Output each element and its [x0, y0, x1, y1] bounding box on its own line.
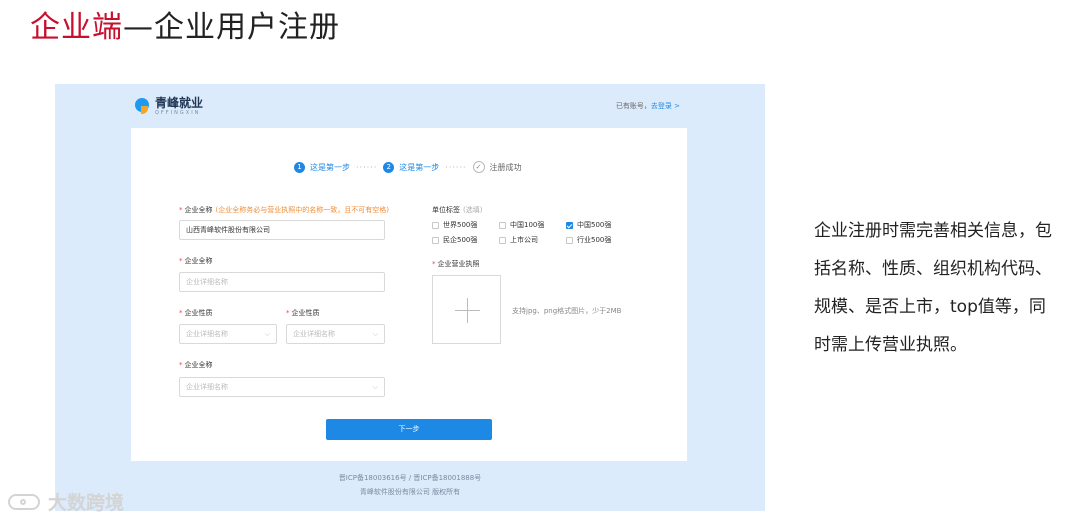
license-upload-button[interactable]	[432, 275, 501, 344]
checkbox-icon	[432, 236, 439, 244]
step-1-label: 这是第一步	[310, 162, 350, 172]
slide-title: 企业端—企业用户注册	[30, 2, 340, 46]
company-fullname-label: * 企业全称	[179, 257, 213, 265]
tag-checkbox-china100[interactable]: 中国100强	[499, 220, 566, 230]
checkbox-icon	[499, 221, 506, 229]
tags-row-1: 世界500强 中国100强 中国500强	[432, 220, 633, 230]
company-fullname-select[interactable]: 企业详细名称 ⌵	[179, 377, 385, 397]
step-3-check-icon: ✓	[472, 161, 485, 173]
login-prompt-text: 已有账号，	[615, 102, 651, 110]
company-name-hint: (企业全称务必与营业执照中的名称一致，且不可有空格)	[215, 206, 389, 214]
company-fullname-input[interactable]: 企业详细名称	[179, 272, 385, 292]
step-2-icon: 2	[383, 161, 395, 173]
tag-checkbox-world500[interactable]: 世界500强	[432, 220, 499, 230]
step-separator: ······	[445, 162, 467, 172]
registration-screenshot: 青峰就业 QFFINGXIN 已有账号，去登录 > 1 这是第一步 ······…	[55, 84, 765, 511]
nature-label-2: * 企业性质	[286, 309, 320, 317]
registration-card: 1 这是第一步 ······ 2 这是第一步 ······ ✓ 注册成功 * 企业…	[131, 128, 687, 461]
tag-checkbox-private500[interactable]: 民企500强	[432, 235, 499, 245]
company-name-label: * 企业全称 (企业全称务必与营业执照中的名称一致，且不可有空格)	[179, 206, 389, 214]
tag-checkbox-china500[interactable]: 中国500强	[566, 220, 633, 230]
checkbox-checked-icon	[566, 221, 573, 229]
next-step-button[interactable]: 下一步	[326, 419, 492, 440]
login-prompt: 已有账号，去登录 >	[616, 101, 680, 111]
tags-row-2: 民企500强 上市公司 行业500强	[432, 235, 633, 245]
logo-icon	[135, 98, 149, 114]
step-separator: ······	[356, 162, 378, 172]
company-fullname-label-3: * 企业全称	[179, 361, 213, 369]
watermark-text: 大数跨境	[48, 492, 125, 514]
step-3-label: 注册成功	[489, 162, 522, 172]
chevron-down-icon: ⌵	[372, 330, 378, 338]
nature-select-1[interactable]: 企业详细名称 ⌵	[179, 324, 277, 344]
footer-icp: 晋ICP备18003616号 / 晋ICP备18001888号	[338, 474, 482, 482]
slide-title-accent: 企业端	[30, 10, 123, 45]
step-2-label: 这是第一步	[399, 162, 440, 172]
slide-description: 企业注册时需完善相关信息，包括名称、性质、组织机构代码、规模、是否上市，top值…	[814, 221, 1052, 355]
tags-label: 单位标签 (选填)	[432, 206, 483, 214]
checkbox-icon	[432, 221, 439, 229]
checkbox-icon	[566, 236, 573, 244]
step-indicator: 1 这是第一步 ······ 2 这是第一步 ······ ✓ 注册成功	[294, 161, 522, 173]
nature-label-1: * 企业性质	[179, 309, 213, 317]
tag-checkbox-listed[interactable]: 上市公司	[499, 235, 566, 245]
logo-name: 青峰就业	[155, 96, 204, 110]
watermark: 大数跨境	[8, 488, 124, 515]
company-name-input[interactable]: 山西青峰软件股份有限公司	[179, 220, 385, 240]
license-label: * 企业营业执照	[432, 260, 480, 268]
step-1-icon: 1	[294, 161, 305, 173]
chevron-down-icon: ⌵	[264, 330, 270, 338]
tag-checkbox-industry500[interactable]: 行业500强	[566, 235, 633, 245]
login-link[interactable]: 去登录 >	[651, 102, 680, 110]
logo-subtitle: QFFINGXIN	[155, 110, 201, 116]
nature-select-2[interactable]: 企业详细名称 ⌵	[286, 324, 385, 344]
chevron-down-icon: ⌵	[372, 383, 378, 391]
checkbox-icon	[499, 236, 506, 244]
footer-copyright: 青峰软件股份有限公司 版权所有	[359, 488, 461, 496]
license-upload-hint: 支持jpg、png格式图片，少于2MB	[512, 307, 622, 315]
brand-logo[interactable]: 青峰就业 QFFINGXIN	[135, 96, 203, 116]
slide-title-rest: —企业用户注册	[123, 10, 340, 45]
watermark-logo-icon	[8, 493, 40, 510]
